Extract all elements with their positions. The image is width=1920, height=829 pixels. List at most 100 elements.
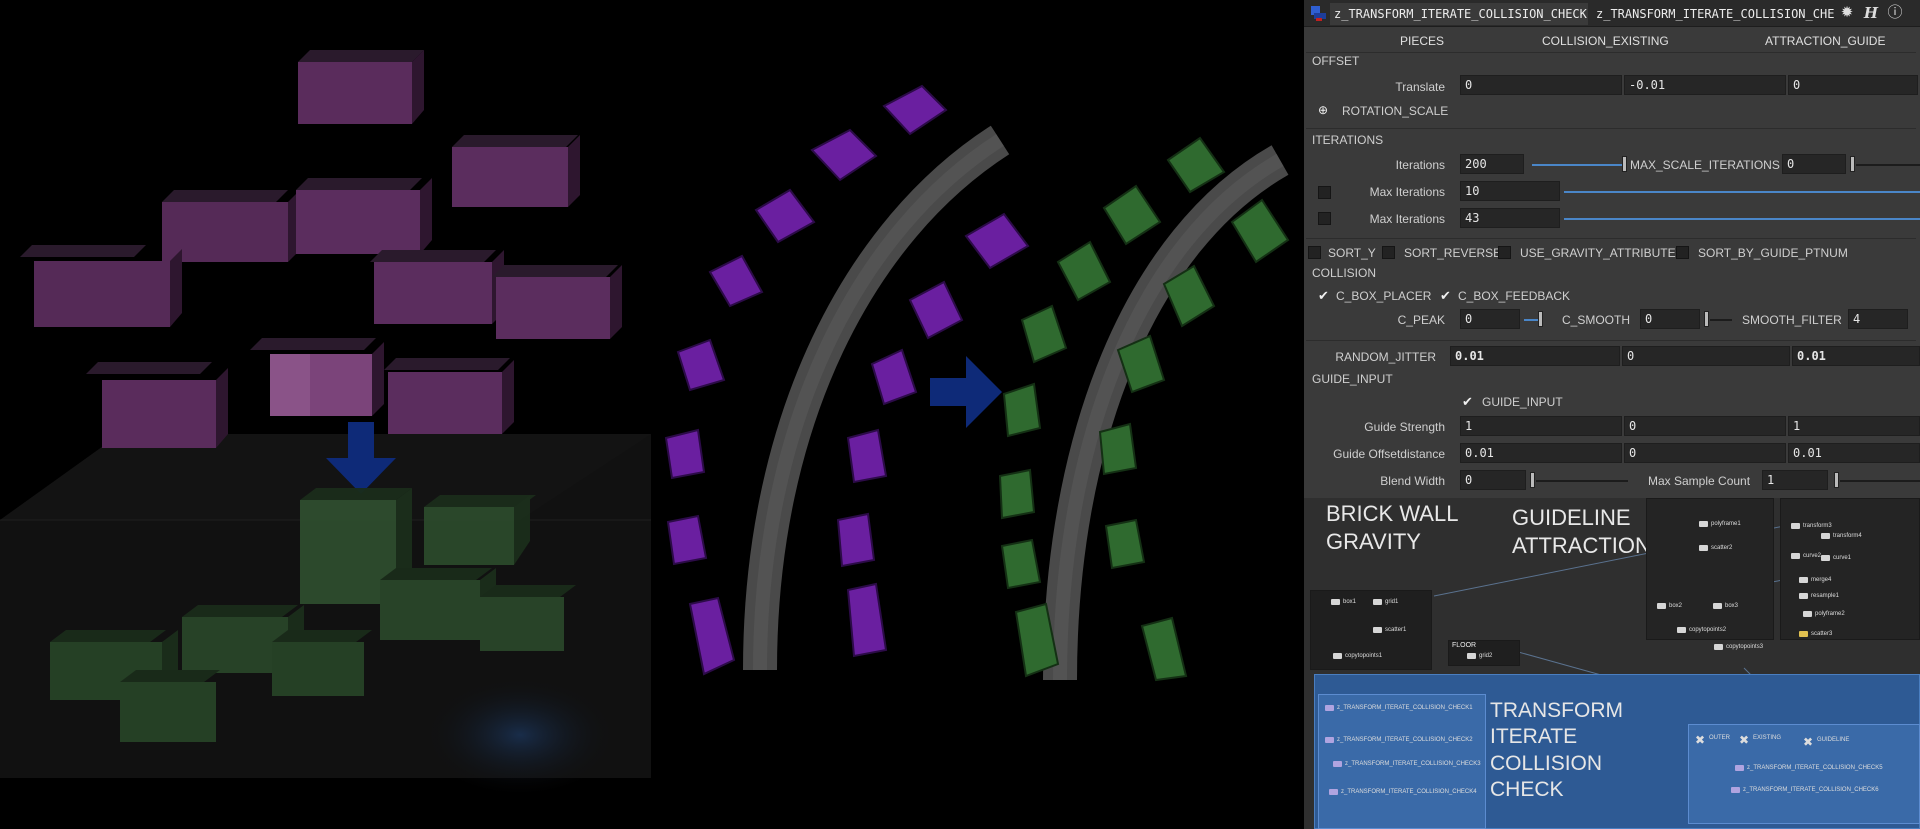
blend-width-slider-knob[interactable] bbox=[1530, 472, 1535, 488]
expand-plus-icon[interactable]: ⊕ bbox=[1318, 104, 1328, 117]
node-guideline[interactable]: GUIDELINE bbox=[1817, 737, 1849, 743]
c-peak-field[interactable]: 0 bbox=[1460, 309, 1520, 329]
sort-by-guide-toggle[interactable] bbox=[1676, 246, 1689, 259]
node-box2[interactable]: box2 bbox=[1669, 603, 1682, 609]
guide-strength-y-field[interactable]: 0 bbox=[1624, 416, 1786, 436]
rotation-scale-folder[interactable]: ROTATION_SCALE bbox=[1342, 104, 1448, 118]
tab-pieces[interactable]: PIECES bbox=[1400, 34, 1444, 48]
use-gravity-label: USE_GRAVITY_ATTRIBUTE bbox=[1520, 246, 1676, 260]
c-box-feedback-checkmark-icon[interactable]: ✔ bbox=[1440, 289, 1451, 302]
c-smooth-slider[interactable] bbox=[1710, 319, 1732, 321]
node-polyframe1[interactable]: polyframe1 bbox=[1711, 521, 1741, 527]
max-scale-slider-knob[interactable] bbox=[1850, 156, 1855, 172]
max-iterations-2-slider[interactable] bbox=[1564, 218, 1920, 220]
random-jitter-x-field[interactable]: 0.01 bbox=[1450, 346, 1620, 366]
network-box-guide-left[interactable]: polyframe1 scatter2 box2 box3 copytopoin… bbox=[1646, 498, 1774, 640]
node-resample1[interactable]: resample1 bbox=[1811, 593, 1839, 599]
max-scale-slider[interactable] bbox=[1856, 164, 1920, 166]
use-gravity-toggle[interactable] bbox=[1498, 246, 1511, 259]
max-sample-slider[interactable] bbox=[1840, 480, 1920, 482]
translate-y-field[interactable]: -0.01 bbox=[1624, 75, 1786, 95]
node-curve1[interactable]: curve1 bbox=[1833, 555, 1851, 561]
tab-attraction-guide[interactable]: ATTRACTION_GUIDE bbox=[1765, 34, 1885, 48]
network-box-guide-inputs[interactable]: ✖ OUTER ✖ EXISTING ✖ GUIDELINE z_TRANSFORM_… bbox=[1688, 724, 1920, 824]
node-copytopoints2[interactable]: copytopoints2 bbox=[1689, 627, 1726, 633]
random-jitter-y-field[interactable]: 0 bbox=[1622, 346, 1790, 366]
node-grid1[interactable]: grid1 bbox=[1385, 599, 1398, 605]
guide-offset-y-field[interactable]: 0 bbox=[1624, 443, 1786, 463]
random-jitter-z-field[interactable]: 0.01 bbox=[1792, 346, 1920, 366]
network-box-floor[interactable]: FLOOR grid2 bbox=[1448, 640, 1520, 666]
network-editor[interactable]: BRICK WALL GRAVITY GUIDELINE ATTRACTION … bbox=[1304, 498, 1920, 829]
node-box1[interactable]: box1 bbox=[1343, 599, 1356, 605]
null-outer-icon[interactable]: ✖ bbox=[1695, 733, 1705, 747]
node-scatter1[interactable]: scatter1 bbox=[1385, 627, 1406, 633]
max-iterations-1-field[interactable]: 10 bbox=[1460, 181, 1560, 201]
c-box-placer-checkmark-icon[interactable]: ✔ bbox=[1318, 289, 1329, 302]
help-h-icon[interactable]: H bbox=[1862, 4, 1880, 22]
sticky-guideline[interactable]: GUIDELINE ATTRACTION bbox=[1512, 504, 1651, 559]
c-smooth-slider-knob[interactable] bbox=[1704, 311, 1709, 327]
network-box-brick[interactable]: box1 grid1 scatter1 copytopoints1 bbox=[1310, 590, 1432, 670]
sort-reverse-toggle[interactable] bbox=[1382, 246, 1395, 259]
c-smooth-field[interactable]: 0 bbox=[1640, 309, 1700, 329]
node-existing[interactable]: EXISTING bbox=[1753, 735, 1781, 741]
iterations-label: Iterations bbox=[1395, 158, 1445, 172]
node-merge4[interactable]: merge4 bbox=[1811, 577, 1831, 583]
node-scatter3[interactable]: scatter3 bbox=[1811, 631, 1832, 637]
node-transform3[interactable]: transform3 bbox=[1803, 523, 1832, 529]
node-tic6[interactable]: z_TRANSFORM_ITERATE_COLLISION_CHECK6 bbox=[1743, 787, 1879, 793]
node-grid2[interactable]: grid2 bbox=[1479, 653, 1492, 659]
node-curve2[interactable]: curve2 bbox=[1803, 553, 1821, 559]
max-sample-slider-knob[interactable] bbox=[1834, 472, 1839, 488]
sticky-brick-wall[interactable]: BRICK WALL GRAVITY bbox=[1326, 500, 1458, 555]
tab-second-hda[interactable]: z_TRANSFORM_ITERATE_COLLISION_CHECK bbox=[1592, 3, 1834, 25]
null-existing-icon[interactable]: ✖ bbox=[1739, 733, 1749, 747]
node-copytopoints3[interactable]: copytopoints3 bbox=[1726, 644, 1763, 650]
node-transform4[interactable]: transform4 bbox=[1833, 533, 1862, 539]
max-sample-count-field[interactable]: 1 bbox=[1762, 470, 1828, 490]
max-scale-iterations-field[interactable]: 0 bbox=[1782, 154, 1846, 174]
smooth-filter-field[interactable]: 4 bbox=[1848, 309, 1908, 329]
blend-width-field[interactable]: 0 bbox=[1460, 470, 1526, 490]
node-tic3[interactable]: z_TRANSFORM_ITERATE_COLLISION_CHECK3 bbox=[1345, 761, 1481, 767]
node-box3[interactable]: box3 bbox=[1725, 603, 1738, 609]
panel-titlebar: z_TRANSFORM_ITERATE_COLLISION_CHECK z_TR… bbox=[1304, 0, 1920, 27]
max-iterations-2-field[interactable]: 43 bbox=[1460, 208, 1560, 228]
network-box-guide-right[interactable]: transform3 transform4 curve2 curve1 merg… bbox=[1780, 498, 1920, 640]
iterations-field[interactable]: 200 bbox=[1460, 154, 1524, 174]
c-peak-slider-knob[interactable] bbox=[1538, 311, 1543, 327]
node-tic1[interactable]: z_TRANSFORM_ITERATE_COLLISION_CHECK1 bbox=[1337, 705, 1473, 711]
guide-offset-x-field[interactable]: 0.01 bbox=[1460, 443, 1622, 463]
tab-active-hda[interactable]: z_TRANSFORM_ITERATE_COLLISION_CHECK bbox=[1330, 3, 1588, 25]
guide-strength-x-field[interactable]: 1 bbox=[1460, 416, 1622, 436]
translate-z-field[interactable]: 0 bbox=[1788, 75, 1918, 95]
parameter-panel: z_TRANSFORM_ITERATE_COLLISION_CHECK z_TR… bbox=[1304, 0, 1920, 498]
node-tic5[interactable]: z_TRANSFORM_ITERATE_COLLISION_CHECK5 bbox=[1747, 765, 1883, 771]
null-guideline-icon[interactable]: ✖ bbox=[1803, 735, 1813, 749]
node-scatter2[interactable]: scatter2 bbox=[1711, 545, 1732, 551]
translate-label: Translate bbox=[1395, 80, 1445, 94]
c-peak-slider[interactable] bbox=[1524, 319, 1538, 321]
network-box-tic-nodes[interactable]: z_TRANSFORM_ITERATE_COLLISION_CHECK1 z_T… bbox=[1318, 694, 1486, 829]
node-outer[interactable]: OUTER bbox=[1709, 735, 1730, 741]
smooth-filter-label: SMOOTH_FILTER bbox=[1742, 313, 1842, 327]
info-icon[interactable]: ⓘ bbox=[1886, 4, 1904, 22]
node-tic2[interactable]: z_TRANSFORM_ITERATE_COLLISION_CHECK2 bbox=[1337, 737, 1473, 743]
node-copytopoints1[interactable]: copytopoints1 bbox=[1345, 653, 1382, 659]
node-polyframe2[interactable]: polyframe2 bbox=[1815, 611, 1845, 617]
guide-strength-z-field[interactable]: 1 bbox=[1788, 416, 1920, 436]
sort-y-toggle[interactable] bbox=[1308, 246, 1321, 259]
guide-input-checkmark-icon[interactable]: ✔ bbox=[1462, 395, 1473, 408]
translate-x-field[interactable]: 0 bbox=[1460, 75, 1622, 95]
max-iterations-1-slider[interactable] bbox=[1564, 191, 1920, 193]
blend-width-slider[interactable] bbox=[1536, 480, 1628, 482]
guide-offset-z-field[interactable]: 0.01 bbox=[1788, 443, 1920, 463]
scene-viewport[interactable] bbox=[0, 0, 1304, 829]
node-tic4[interactable]: z_TRANSFORM_ITERATE_COLLISION_CHECK4 bbox=[1341, 789, 1477, 795]
gear-icon[interactable]: ✹ bbox=[1838, 4, 1856, 22]
iterations-slider[interactable] bbox=[1532, 164, 1624, 166]
sticky-transform-iterate[interactable]: TRANSFORM ITERATE COLLISION CHECK bbox=[1490, 698, 1623, 803]
tab-collision-existing[interactable]: COLLISION_EXISTING bbox=[1542, 34, 1669, 48]
iterations-slider-knob[interactable] bbox=[1622, 156, 1627, 172]
